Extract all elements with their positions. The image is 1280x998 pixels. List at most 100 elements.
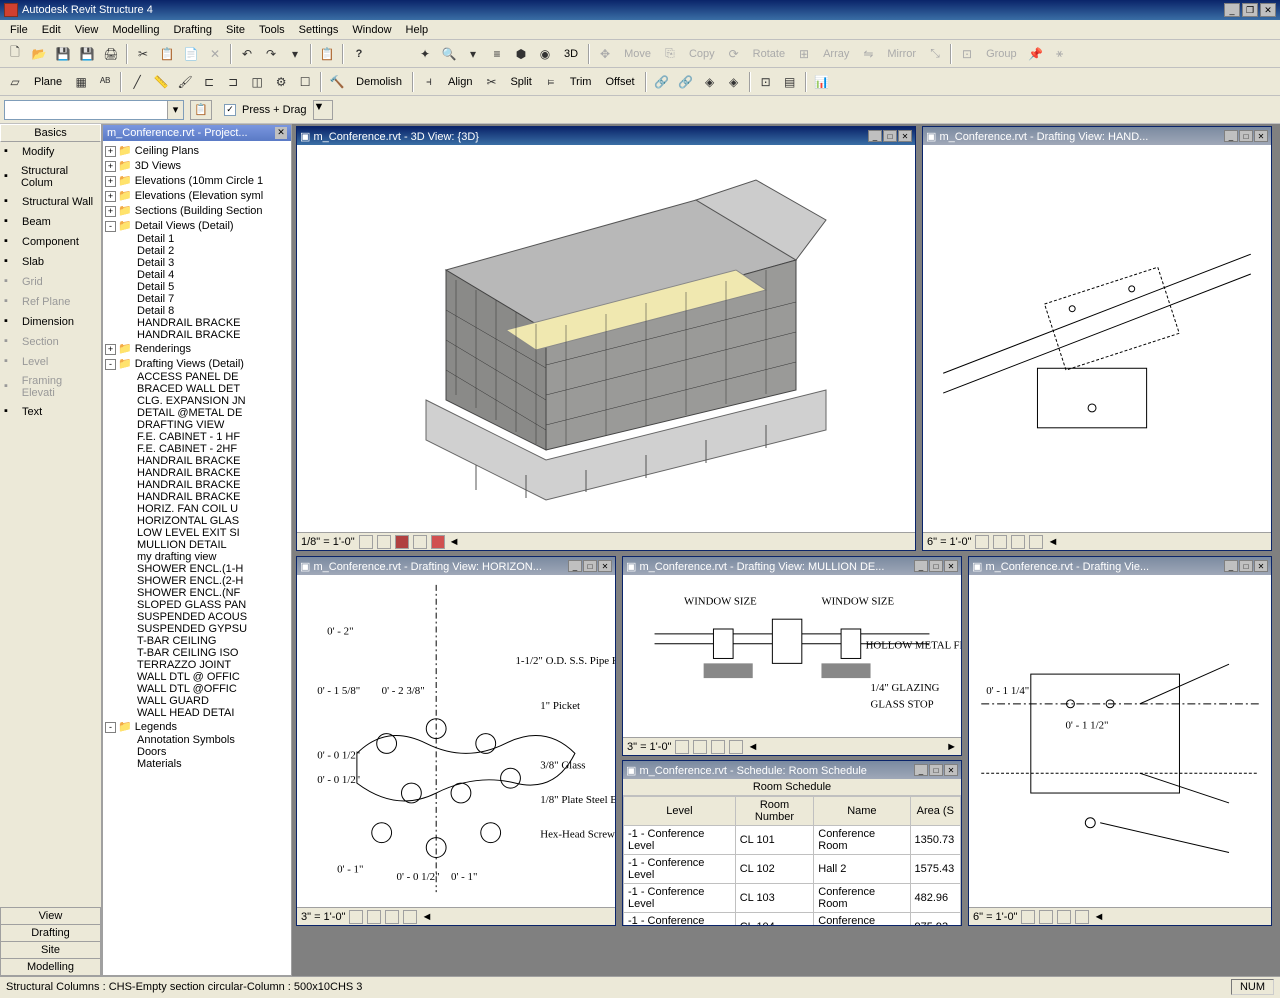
win-min[interactable]: _ [868,130,882,142]
3d-viewport[interactable] [297,145,915,532]
table-cell[interactable]: 482.96 [910,884,960,913]
scroll-left[interactable]: ◄ [449,536,460,548]
render-button[interactable]: ◉ [534,43,556,65]
unpin-button[interactable]: ⚹ [1049,43,1071,65]
tool-level[interactable]: ▪Level [0,352,101,372]
vb2[interactable] [993,535,1007,549]
split-button[interactable]: Split [504,74,537,90]
tree-node[interactable]: +📁 Sections (Building Section [105,203,289,218]
tree-expand[interactable]: + [105,176,116,187]
tab-site[interactable]: Site [0,941,101,959]
tree-leaf[interactable]: HANDRAIL BRACKE [123,329,289,341]
menu-settings[interactable]: Settings [293,22,345,38]
window-mullion[interactable]: ▣ m_Conference.rvt - Drafting View: MULL… [622,556,962,756]
grid-icon[interactable]: ▦ [70,71,92,93]
undo-dropdown[interactable]: ▾ [284,43,306,65]
table-cell[interactable]: -1 - Conference Level [624,913,736,926]
win-max[interactable]: □ [929,560,943,572]
tree-leaf[interactable]: Detail 7 [123,293,289,305]
scale-draft[interactable]: 6" = 1'-0" [927,536,971,548]
link2-button[interactable]: 🔗 [675,71,697,93]
undo-button[interactable]: ↶ [236,43,258,65]
trim-button[interactable]: Trim [564,74,598,90]
tree-leaf[interactable]: HANDRAIL BRACKE [123,455,289,467]
tool-grid[interactable]: ▪Grid [0,272,101,292]
vb1[interactable] [975,535,989,549]
tree-expand[interactable]: - [105,359,116,370]
3d-button[interactable]: 3D [558,46,584,62]
shade-button[interactable]: ⬢ [510,43,532,65]
line-button[interactable]: ╱ [126,71,148,93]
win-min[interactable]: _ [568,560,582,572]
scale-draft2[interactable]: 6" = 1'-0" [973,911,1017,923]
win-max[interactable]: □ [929,764,943,776]
tree-leaf[interactable]: TERRAZZO JOINT [123,659,289,671]
tree-expand[interactable]: + [105,146,116,157]
tree-node[interactable]: +📁 Elevations (Elevation syml [105,188,289,203]
menu-view[interactable]: View [69,22,105,38]
vb-shade[interactable] [395,535,409,549]
demolish-button[interactable]: Demolish [350,74,408,90]
tree-leaf[interactable]: Doors [123,746,289,758]
tree-node[interactable]: +📁 Elevations (10mm Circle 1 [105,173,289,188]
array-button[interactable]: Array [817,46,855,62]
properties-button[interactable]: 📋 [316,43,338,65]
browser-tree[interactable]: +📁 Ceiling Plans+📁 3D Views+📁 Elevations… [103,141,291,975]
window-drafting-2[interactable]: ▣ m_Conference.rvt - Drafting Vie... _□✕… [968,556,1272,926]
tree-leaf[interactable]: ACCESS PANEL DE [123,371,289,383]
table-cell[interactable]: 1350.73 [910,826,960,855]
horiz-viewport[interactable]: 0' - 2" 0' - 1 5/8" 0' - 2 3/8" 1-1/2" O… [297,575,615,907]
vb3[interactable] [711,740,725,754]
zoom-button[interactable]: 🔍 [438,43,460,65]
tree-leaf[interactable]: SLOPED GLASS PAN [123,599,289,611]
tree-leaf[interactable]: my drafting view [123,551,289,563]
vb2[interactable] [1039,910,1053,924]
tree-leaf[interactable]: SUSPENDED ACOUS [123,611,289,623]
scroll-right[interactable]: ► [946,741,957,753]
save-button[interactable]: 💾 [52,43,74,65]
tree-expand[interactable]: - [105,722,116,733]
plane-button[interactable]: Plane [28,74,68,90]
win-max[interactable]: □ [883,130,897,142]
vb-shadow[interactable] [413,535,427,549]
tree-expand[interactable]: + [105,206,116,217]
tool-ref-plane[interactable]: ▪Ref Plane [0,292,101,312]
table-cell[interactable]: Conference Room [814,826,910,855]
tool-modify[interactable]: ▪Modify [0,142,101,162]
menu-site[interactable]: Site [220,22,251,38]
tree-leaf[interactable]: F.E. CABINET - 2HF [123,443,289,455]
cut-button[interactable]: ✂ [132,43,154,65]
dynamic-view-button[interactable]: ✦ [414,43,436,65]
type-selector[interactable]: ▾ [4,100,184,120]
tree-leaf[interactable]: HORIZ. FAN COIL U [123,503,289,515]
tool-text[interactable]: ▪Text [0,402,101,422]
vb4[interactable] [1029,535,1043,549]
tab-view[interactable]: View [0,907,101,925]
coord-button[interactable]: ◈ [699,71,721,93]
browser-close[interactable]: ✕ [275,127,287,139]
tab-modelling[interactable]: Modelling [0,958,101,976]
table-cell[interactable]: 975.93 [910,913,960,926]
schedule-header[interactable]: Area (S [910,797,960,826]
vb-model[interactable] [377,535,391,549]
filter2-button[interactable]: ▼ [313,100,333,120]
vb3[interactable] [385,910,399,924]
pin-button[interactable]: 📌 [1025,43,1047,65]
table-row[interactable]: -1 - Conference LevelCL 102Hall 21575.43 [624,855,961,884]
win-close[interactable]: ✕ [1254,130,1268,142]
tree-leaf[interactable]: Detail 8 [123,305,289,317]
vb2[interactable] [367,910,381,924]
vb1[interactable] [1021,910,1035,924]
tree-leaf[interactable]: T-BAR CEILING ISO [123,647,289,659]
menu-drafting[interactable]: Drafting [167,22,218,38]
tree-leaf[interactable]: DRAFTING VIEW [123,419,289,431]
vb4[interactable] [729,740,743,754]
move-button[interactable]: Move [618,46,657,62]
close-button[interactable]: ✕ [1260,3,1276,17]
win-close[interactable]: ✕ [944,560,958,572]
table-cell[interactable]: -1 - Conference Level [624,855,736,884]
print-button[interactable]: 🖨 [100,43,122,65]
tree-leaf[interactable]: HANDRAIL BRACKE [123,467,289,479]
schedule-content[interactable]: Room Schedule LevelRoom NumberNameArea (… [623,779,961,925]
scale-mullion[interactable]: 3" = 1'-0" [627,741,671,753]
